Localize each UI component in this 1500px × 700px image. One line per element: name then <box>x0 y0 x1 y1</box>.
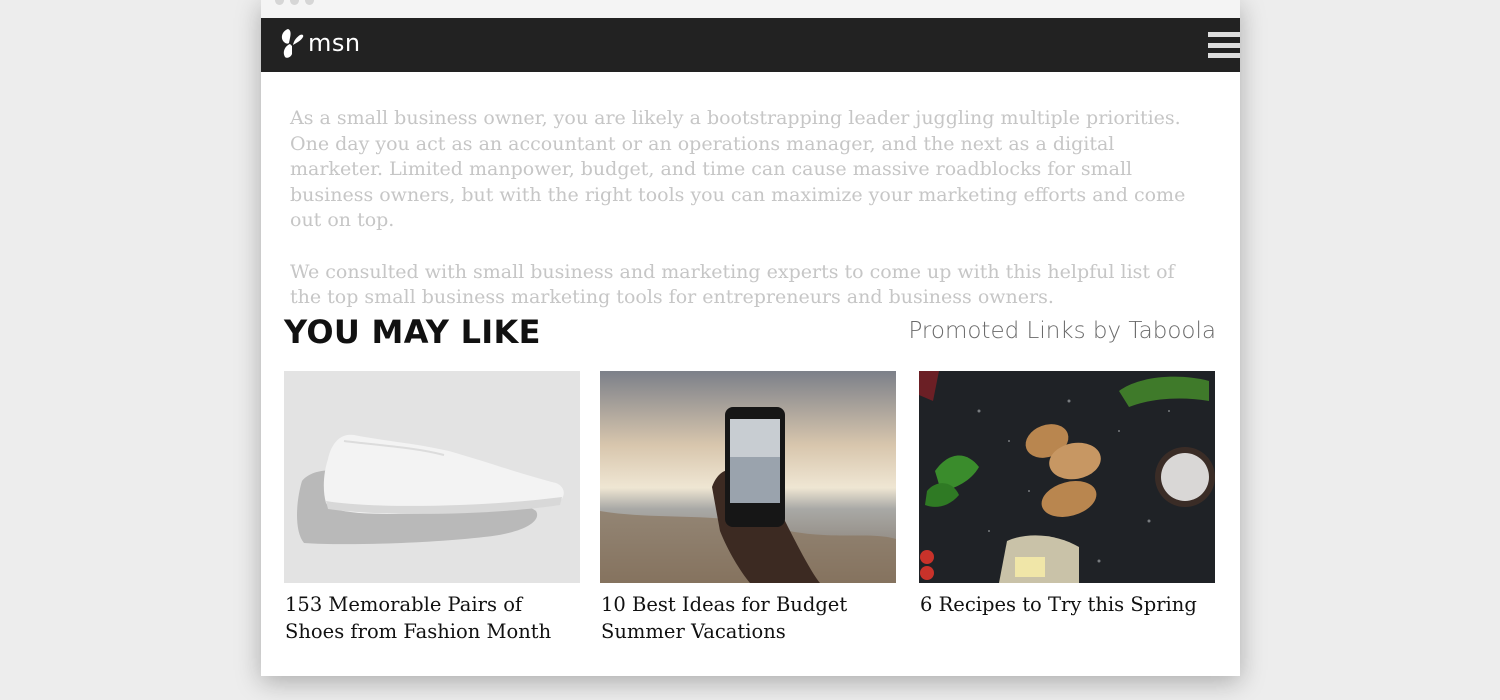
card-title[interactable]: 6 Recipes to Try this Spring <box>919 591 1215 618</box>
menu-bar <box>1208 42 1240 48</box>
menu-bar <box>1208 32 1240 37</box>
window-dot <box>290 0 299 5</box>
window-dots <box>275 0 314 5</box>
msn-logo-text: msn <box>308 29 361 57</box>
recommendation-card[interactable]: 6 Recipes to Try this Spring <box>919 371 1215 618</box>
hamburger-menu-icon[interactable] <box>1208 32 1240 58</box>
window-dot <box>275 0 284 5</box>
you-may-like-heading: YOU MAY LIKE <box>284 313 541 351</box>
card-title[interactable]: 153 Memorable Pairs of Shoes from Fashio… <box>284 591 580 645</box>
browser-top-strip <box>261 0 1240 18</box>
menu-bar <box>1208 53 1240 58</box>
window-dot <box>305 0 314 5</box>
article-paragraph: We consulted with small business and mar… <box>290 260 1175 309</box>
msn-header: msn <box>261 18 1240 72</box>
article-body: As a small business owner, you are likel… <box>290 106 1190 311</box>
butterfly-icon <box>281 29 304 58</box>
card-thumbnail-shoe[interactable] <box>284 371 580 583</box>
card-thumbnail-recipes[interactable] <box>919 371 1215 583</box>
recommendation-card[interactable]: 10 Best Ideas for Budget Summer Vacation… <box>600 371 896 645</box>
browser-frame: msn As a small business owner, you are l… <box>261 0 1240 676</box>
msn-logo[interactable]: msn <box>279 27 361 59</box>
recommendation-card[interactable]: 153 Memorable Pairs of Shoes from Fashio… <box>284 371 580 645</box>
article-paragraph: As a small business owner, you are likel… <box>290 107 1186 232</box>
card-thumbnail-vacation[interactable] <box>600 371 896 583</box>
card-title[interactable]: 10 Best Ideas for Budget Summer Vacation… <box>600 591 896 645</box>
promoted-links-label[interactable]: Promoted Links by Taboola <box>908 318 1216 344</box>
